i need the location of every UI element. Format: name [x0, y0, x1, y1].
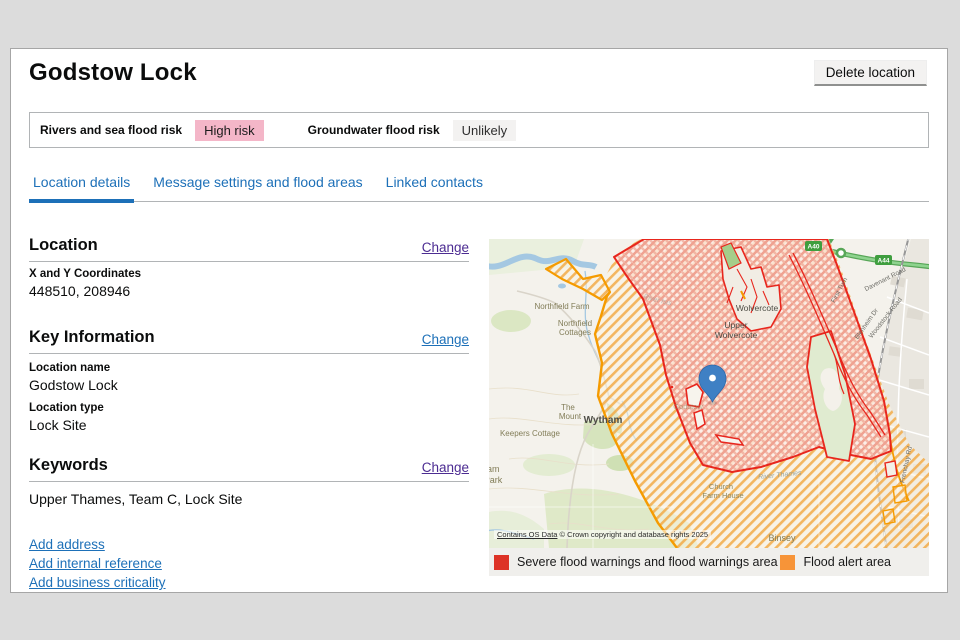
tab-bar: Location details Message settings and fl… — [29, 174, 929, 202]
map-label-northfield: Northfield — [558, 319, 592, 328]
section-keywords: Keywords Change — [29, 456, 469, 482]
tab-message-settings[interactable]: Message settings and flood areas — [149, 174, 366, 201]
copyright-text: © Crown copyright and database rights 20… — [560, 530, 709, 539]
map-label-godstow: Godstow — [673, 402, 703, 411]
groundwater-risk-badge: Unlikely — [453, 120, 517, 141]
map-label-wytham-park-1: Wytham — [489, 464, 499, 474]
map-label-farm-house: Farm House — [702, 491, 743, 500]
add-address-link[interactable]: Add address — [29, 537, 105, 552]
change-key-information-link[interactable]: Change — [422, 332, 469, 347]
keywords-value: Upper Thames, Team C, Lock Site — [29, 491, 242, 507]
rivers-sea-risk-badge: High risk — [195, 120, 264, 141]
roundabout — [837, 249, 845, 257]
warning-swatch-icon — [494, 555, 509, 570]
groundwater-risk-label: Groundwater flood risk — [308, 123, 440, 137]
flood-map[interactable]: Northfield Farm Northfield Cottages The … — [489, 239, 929, 548]
tab-linked-contacts[interactable]: Linked contacts — [382, 174, 487, 201]
page-title: Godstow Lock — [29, 59, 197, 87]
section-location-heading: Location — [29, 236, 98, 255]
flood-risk-summary-bar: Rivers and sea flood risk High risk Grou… — [29, 112, 929, 148]
xy-coordinates-label: X and Y Coordinates — [29, 268, 141, 280]
map-label-upper-wolvercote: Wolvercote — [715, 330, 758, 340]
section-location: Location Change — [29, 236, 469, 262]
alert-swatch-icon — [780, 555, 795, 570]
map-label-a40: A40 — [808, 244, 820, 251]
legend-item-warning: Severe flood warnings and flood warnings… — [494, 555, 778, 570]
map-label-cottages: Cottages — [559, 328, 591, 337]
location-type-label: Location type — [29, 402, 104, 414]
rivers-sea-risk-label: Rivers and sea flood risk — [40, 123, 182, 137]
add-business-criticality-link[interactable]: Add business criticality — [29, 575, 166, 590]
os-data-link[interactable]: Contains OS Data — [497, 530, 557, 539]
map-label-wolvercote: Wolvercote — [736, 303, 779, 313]
section-key-information-heading: Key Information — [29, 328, 155, 347]
map-attribution: Contains OS Data © Crown copyright and d… — [494, 530, 711, 539]
map-label-binsey: Binsey — [768, 533, 796, 543]
legend-item-alert: Flood alert area — [780, 555, 891, 570]
flood-map-canvas: Northfield Farm Northfield Cottages The … — [489, 239, 929, 548]
map-label-keepers-cottage: Keepers Cottage — [500, 429, 561, 438]
location-type-value: Lock Site — [29, 417, 87, 433]
xy-coordinates-value: 448510, 208946 — [29, 283, 130, 299]
location-name-value: Godstow Lock — [29, 377, 118, 393]
map-label-northfield-farm: Northfield Farm — [534, 302, 589, 311]
delete-location-button[interactable]: Delete location — [814, 60, 927, 86]
map-label-mount: Mount — [559, 412, 582, 421]
map-label-wytham: Wytham — [584, 415, 623, 426]
change-location-link[interactable]: Change — [422, 240, 469, 255]
tab-location-details[interactable]: Location details — [29, 174, 134, 203]
map-label-a44: A44 — [878, 258, 890, 265]
map-legend: Severe flood warnings and flood warnings… — [489, 548, 929, 576]
change-keywords-link[interactable]: Change — [422, 460, 469, 475]
map-label-upper: Upper — [724, 320, 747, 330]
location-detail-card: Godstow Lock Delete location Rivers and … — [10, 48, 948, 593]
section-key-information: Key Information Change — [29, 328, 469, 354]
legend-alert-label: Flood alert area — [803, 555, 891, 569]
legend-warning-label: Severe flood warnings and flood warnings… — [517, 555, 778, 569]
section-keywords-heading: Keywords — [29, 456, 108, 475]
location-name-label: Location name — [29, 362, 110, 374]
map-label-wytham-park-2: Park — [489, 475, 503, 485]
add-internal-reference-link[interactable]: Add internal reference — [29, 556, 162, 571]
map-label-church: Church — [709, 482, 733, 491]
map-label-the: The — [561, 403, 575, 412]
